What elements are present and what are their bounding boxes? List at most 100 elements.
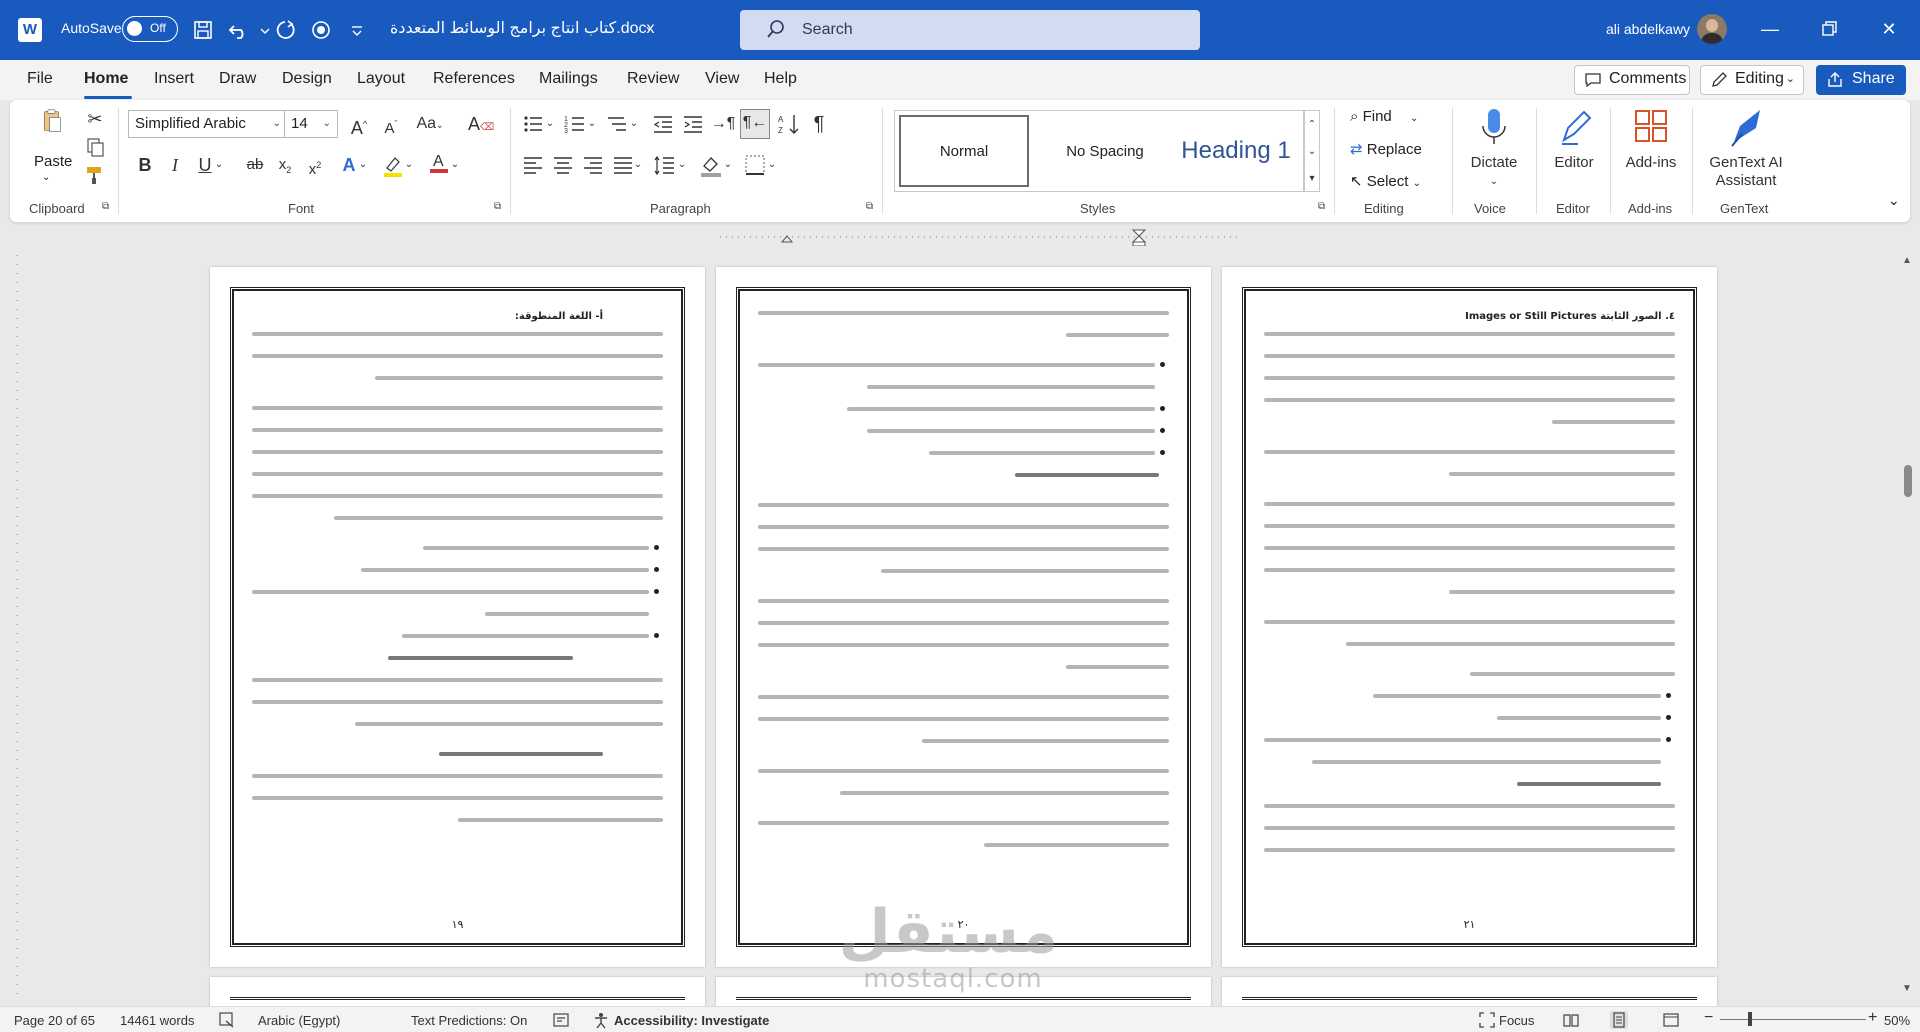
restore-icon[interactable] [1816, 16, 1842, 42]
document-title[interactable]: كتاب انتاج برامج الوسائط المتعددة.docx [390, 18, 655, 38]
tab-layout[interactable]: Layout [357, 70, 405, 88]
italic-icon[interactable]: I [162, 152, 188, 178]
align-right-icon[interactable] [580, 152, 606, 178]
select-button[interactable]: ↖ Select ⌄ [1350, 172, 1421, 190]
accessibility-status[interactable]: Accessibility: Investigate [614, 1013, 769, 1028]
undo-icon[interactable] [226, 17, 252, 43]
highlight-dropdown-icon[interactable]: ⌄ [402, 152, 416, 178]
minimize-icon[interactable]: — [1757, 16, 1783, 42]
change-case-icon[interactable]: Aa⌄ [412, 111, 448, 137]
tab-help[interactable]: Help [764, 70, 797, 88]
font-name-dropdown[interactable]: Simplified Arabic ⌄ [128, 110, 288, 138]
document-page[interactable]: ٢٠ [716, 267, 1211, 967]
autosave-toggle[interactable]: Off [122, 16, 178, 42]
font-color-dropdown-icon[interactable]: ⌄ [448, 152, 462, 178]
paragraph-dialog-launcher-icon[interactable]: ⧉ [866, 201, 873, 212]
addins-button[interactable]: Add-ins [1616, 106, 1686, 171]
text-predictions[interactable]: Text Predictions: On [411, 1013, 527, 1028]
paste-label[interactable]: Paste [34, 153, 72, 170]
shrink-font-icon[interactable]: Aˇ [378, 111, 404, 137]
tab-design[interactable]: Design [282, 70, 332, 88]
redo-icon[interactable] [272, 17, 298, 43]
tab-references[interactable]: References [433, 70, 515, 88]
tab-home[interactable]: Home [84, 70, 128, 88]
grow-font-icon[interactable]: A^ [346, 111, 372, 138]
close-icon[interactable]: ✕ [1876, 16, 1902, 42]
tab-view[interactable]: View [705, 70, 739, 88]
strikethrough-icon[interactable]: ab [242, 152, 268, 178]
justify-dropdown-icon[interactable]: ⌄ [632, 152, 644, 178]
editing-mode-button[interactable]: Editing ⌄ [1700, 65, 1804, 95]
zoom-level[interactable]: 50% [1884, 1013, 1910, 1028]
shading-dropdown-icon[interactable]: ⌄ [722, 152, 734, 178]
page-body[interactable] [758, 305, 1169, 907]
document-page-next[interactable] [1222, 977, 1717, 1007]
increase-indent-icon[interactable] [680, 111, 706, 137]
paste-icon[interactable] [32, 108, 72, 152]
avatar[interactable] [1697, 14, 1727, 44]
tab-review[interactable]: Review [627, 70, 679, 88]
scrollbar-thumb[interactable] [1904, 465, 1912, 497]
focus-label[interactable]: Focus [1499, 1013, 1534, 1028]
styles-dialog-launcher-icon[interactable]: ⧉ [1318, 201, 1325, 212]
replace-button[interactable]: ⇄ Replace [1350, 140, 1422, 158]
scroll-down-icon[interactable]: ▼ [1902, 983, 1912, 994]
underline-dropdown-icon[interactable]: ⌄ [212, 152, 226, 178]
borders-icon[interactable] [742, 152, 768, 178]
style-normal[interactable]: Normal [899, 115, 1029, 187]
document-title-chevron-icon[interactable]: ⌄ [644, 19, 654, 33]
zoom-slider-thumb[interactable] [1748, 1012, 1752, 1026]
multilevel-list-icon[interactable] [604, 111, 630, 137]
tab-insert[interactable]: Insert [154, 70, 194, 88]
collapse-ribbon-icon[interactable]: ⌄ [1888, 192, 1900, 209]
style-heading-1[interactable]: Heading 1 [1171, 111, 1301, 191]
text-effects-dropdown-icon[interactable]: ⌄ [356, 152, 370, 178]
save-icon[interactable] [190, 17, 216, 43]
find-button[interactable]: ⌕ Find ⌄ [1350, 108, 1418, 125]
web-layout-icon[interactable] [1662, 1011, 1680, 1029]
ltr-direction-icon[interactable]: →¶ [710, 111, 736, 137]
tab-draw[interactable]: Draw [219, 70, 256, 88]
clear-formatting-icon[interactable]: A⌫ [468, 111, 494, 137]
cut-icon[interactable]: ✂ [82, 106, 108, 132]
proofing-icon[interactable] [218, 1011, 236, 1029]
shading-icon[interactable] [698, 152, 724, 178]
document-page[interactable]: أ- اللغة المنطوقة: ١٩ [210, 267, 705, 967]
bold-icon[interactable]: B [132, 152, 158, 178]
gentext-ai-button[interactable]: GenText AI Assistant [1696, 106, 1796, 190]
bullets-icon[interactable] [520, 111, 546, 137]
font-size-dropdown[interactable]: 14 ⌄ [284, 110, 338, 138]
line-spacing-icon[interactable] [652, 152, 678, 178]
sort-icon[interactable]: AZ [776, 111, 802, 137]
macro-icon[interactable] [552, 1011, 570, 1029]
vertical-scrollbar[interactable]: ▲ ▼ [1900, 255, 1916, 1000]
font-dialog-launcher-icon[interactable]: ⧉ [494, 201, 501, 212]
format-painter-icon[interactable] [82, 162, 108, 188]
scroll-up-icon[interactable]: ▲ [1902, 255, 1912, 266]
record-icon[interactable] [308, 17, 334, 43]
document-page[interactable]: ٤. الصور الثابتة Images or Still Picture… [1222, 267, 1717, 967]
search-box[interactable]: Search [740, 10, 1200, 50]
copy-icon[interactable] [82, 134, 108, 160]
multilevel-list-dropdown-icon[interactable]: ⌄ [628, 111, 640, 137]
user-name[interactable]: ali abdelkawy [1606, 21, 1690, 37]
tab-file[interactable]: File [27, 70, 53, 88]
clipboard-dialog-launcher-icon[interactable]: ⧉ [102, 201, 109, 212]
read-mode-icon[interactable] [1562, 1011, 1580, 1029]
numbering-dropdown-icon[interactable]: ⌄ [586, 111, 598, 137]
subscript-icon[interactable]: x2 [272, 152, 298, 178]
word-count[interactable]: 14461 words [120, 1013, 194, 1028]
tab-mailings[interactable]: Mailings [539, 70, 598, 88]
page-count[interactable]: Page 20 of 65 [14, 1013, 95, 1028]
undo-dropdown-icon[interactable] [252, 17, 270, 43]
zoom-out-icon[interactable]: − [1704, 1009, 1713, 1027]
zoom-in-icon[interactable]: + [1868, 1009, 1877, 1027]
customize-toolbar-icon[interactable] [344, 17, 370, 43]
accessibility-icon[interactable] [592, 1011, 610, 1029]
share-button[interactable]: Share [1816, 65, 1906, 95]
line-spacing-dropdown-icon[interactable]: ⌄ [676, 152, 688, 178]
show-formatting-marks-icon[interactable]: ¶ [806, 111, 832, 137]
numbering-icon[interactable]: 123 [562, 111, 588, 137]
align-center-icon[interactable] [550, 152, 576, 178]
language-indicator[interactable]: Arabic (Egypt) [258, 1013, 340, 1028]
